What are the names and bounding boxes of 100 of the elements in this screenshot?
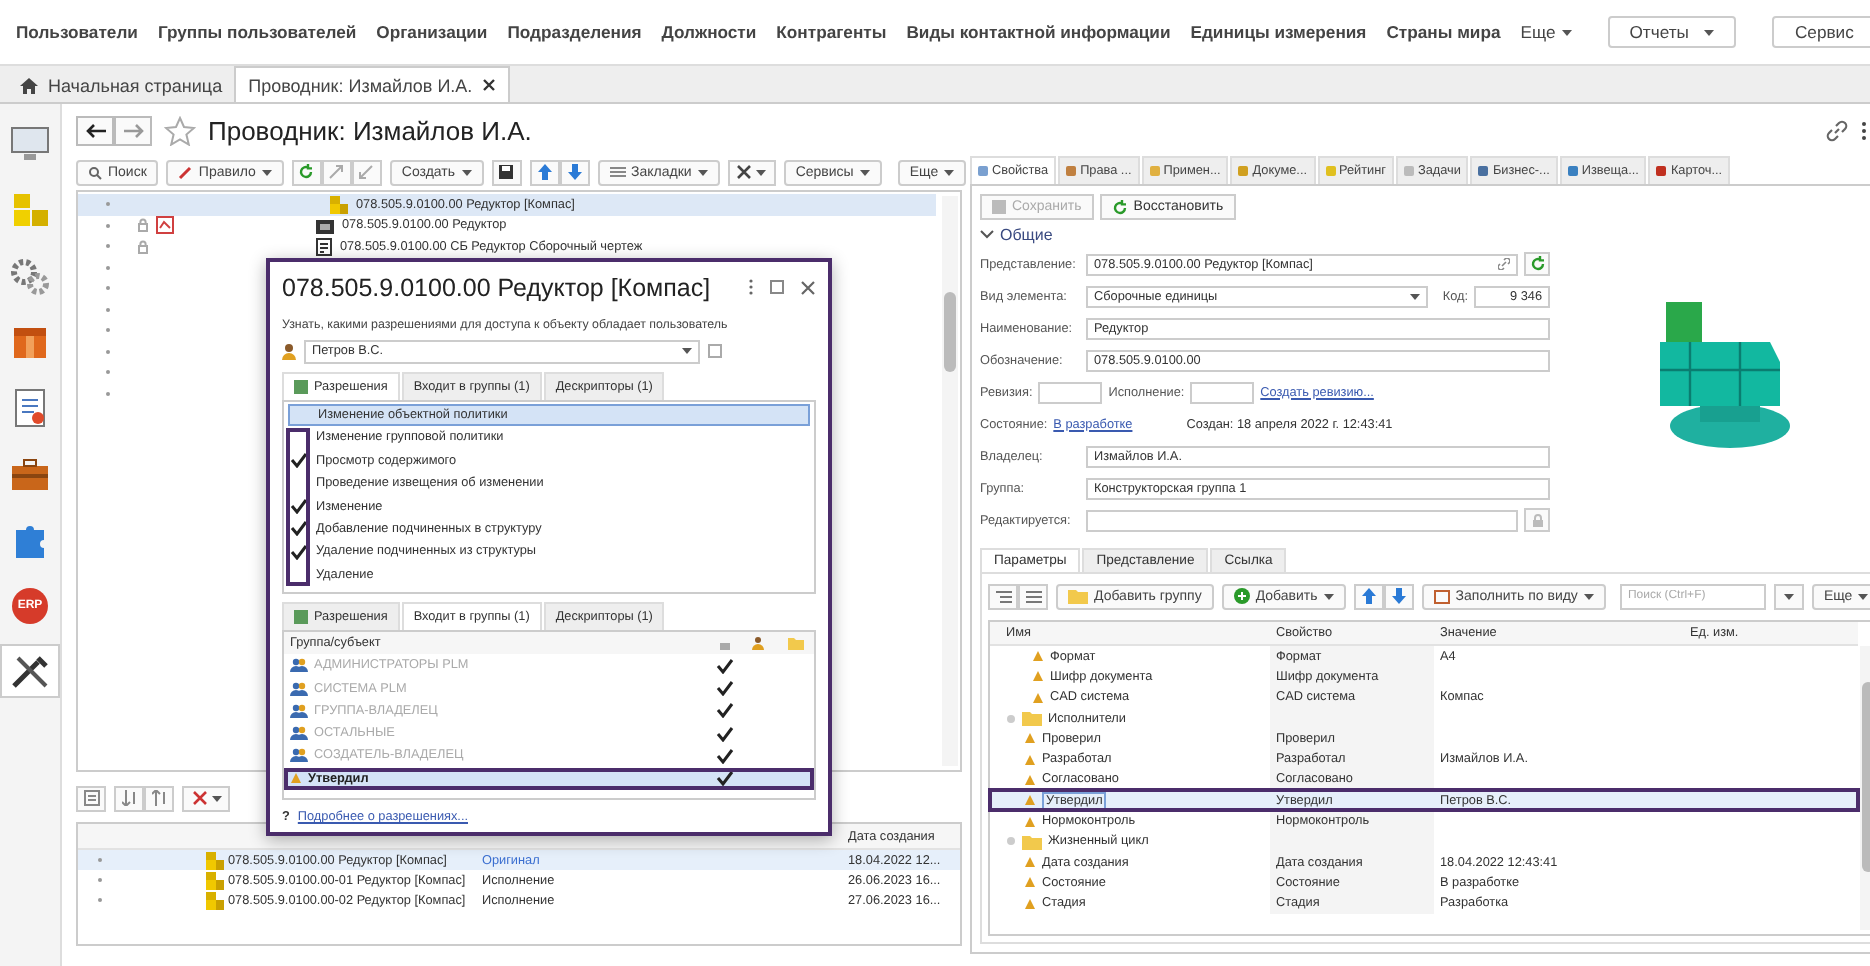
user-icon <box>282 343 296 360</box>
menu-link[interactable]: Должности <box>661 22 757 42</box>
caret-icon <box>211 795 221 801</box>
tab-icon <box>1238 166 1249 176</box>
tab-icon <box>978 166 988 176</box>
caret-icon <box>859 169 870 175</box>
more-actions-icon[interactable] <box>748 278 754 297</box>
tools-icon <box>8 651 52 691</box>
caret-icon <box>261 169 272 175</box>
blocks-icon <box>8 189 52 229</box>
group-icon <box>290 726 308 741</box>
search-icon <box>88 165 102 179</box>
row-marker-icon <box>106 391 110 396</box>
row-marker-icon <box>106 370 110 375</box>
group-icon <box>290 748 308 763</box>
menu-link[interactable]: Единицы измерения <box>1190 22 1367 42</box>
back-button[interactable] <box>76 115 114 145</box>
menu-link[interactable]: Контрагенты <box>776 22 887 42</box>
collapse-button[interactable] <box>351 159 382 185</box>
folder-icon <box>1068 588 1088 604</box>
open-icon[interactable] <box>708 344 722 359</box>
save-button[interactable] <box>491 159 522 185</box>
caret-icon <box>461 169 472 175</box>
search-dropdown-button[interactable] <box>1773 583 1804 609</box>
panel-toggle-button[interactable] <box>76 785 106 811</box>
caret-icon <box>756 169 767 175</box>
section-button[interactable] <box>0 644 60 698</box>
row-marker-icon <box>106 328 110 333</box>
menu-link[interactable]: Пользователи <box>16 22 138 42</box>
pdf-icon <box>156 216 174 235</box>
move-down-button[interactable] <box>1383 583 1414 609</box>
tab-icon <box>1656 166 1667 176</box>
lock-icon <box>1531 513 1543 527</box>
monitor-icon <box>8 123 52 163</box>
row-marker-icon <box>106 349 110 354</box>
permissions-icon <box>294 379 308 394</box>
collapse-all-button[interactable] <box>1018 583 1048 609</box>
page-tab[interactable]: Начальная страница <box>8 68 235 102</box>
more-actions-icon[interactable] <box>1860 119 1869 141</box>
menu-link[interactable]: Страны мира <box>1386 22 1501 42</box>
sort-icon <box>121 790 137 806</box>
menu-link[interactable]: Организации <box>376 22 488 42</box>
assembly-icon <box>330 195 348 214</box>
group-icon <box>290 681 308 696</box>
row-marker-icon <box>106 307 110 312</box>
rule-icon <box>178 165 193 179</box>
list-icon <box>1025 589 1041 603</box>
bookmarks-icon <box>609 166 626 178</box>
briefcase-icon <box>8 453 52 493</box>
sort-ascending-button[interactable] <box>114 785 144 811</box>
refresh-icon <box>1111 199 1128 215</box>
collapse-icon <box>358 164 375 180</box>
close-icon[interactable] <box>482 78 497 92</box>
dialog-title: 078.505.9.0100.00 Редуктор [Компас] <box>282 273 711 302</box>
close-icon[interactable] <box>800 279 816 296</box>
page-tab[interactable]: Проводник: Измайлов И.А. <box>234 66 511 102</box>
assembly-icon <box>206 871 224 889</box>
tools-button[interactable] <box>727 159 776 185</box>
menu-button[interactable]: Отчеты <box>1607 16 1737 48</box>
move-up-button[interactable] <box>1353 583 1384 609</box>
sort-descending-button[interactable] <box>144 785 174 811</box>
scrollbar[interactable] <box>942 196 958 766</box>
caret-icon <box>944 169 955 175</box>
caret-icon <box>697 169 708 175</box>
row-marker-icon <box>98 858 102 862</box>
caret-icon <box>1858 593 1869 599</box>
assembly-icon <box>206 851 224 869</box>
home-icon <box>20 77 38 93</box>
group-icon <box>290 703 308 718</box>
down-arrow-icon <box>1391 588 1406 604</box>
calendar-icon <box>1433 588 1450 604</box>
chevron-icon <box>980 230 994 240</box>
editing-field[interactable] <box>1086 509 1518 531</box>
revision-field[interactable] <box>1038 381 1103 403</box>
row-marker-icon <box>106 265 110 270</box>
menu-button[interactable]: Сервис <box>1772 16 1870 48</box>
refresh-button[interactable] <box>1524 252 1550 276</box>
page-title: Проводник: Измайлов И.А. <box>208 115 532 145</box>
menu-link[interactable]: Виды контактной информации <box>906 22 1171 42</box>
refresh-icon <box>298 164 315 180</box>
move-up-button[interactable] <box>529 159 560 185</box>
execution-field[interactable] <box>1190 381 1255 403</box>
permissions-icon <box>294 609 308 624</box>
section-header[interactable]: Общие <box>980 226 1550 244</box>
move-down-button[interactable] <box>559 159 590 185</box>
link-icon[interactable] <box>1826 119 1849 141</box>
open-icon[interactable] <box>1498 258 1510 270</box>
up-arrow-icon <box>537 164 552 180</box>
refresh-button[interactable] <box>291 159 322 185</box>
more-menu[interactable]: Еще <box>1520 22 1572 42</box>
tab-icon <box>1325 166 1336 176</box>
menu-link[interactable]: Подразделения <box>507 22 642 42</box>
save-icon <box>498 164 515 180</box>
up-arrow-icon <box>1361 588 1376 604</box>
maximize-icon[interactable] <box>770 280 784 295</box>
tools-button[interactable] <box>182 785 230 811</box>
star-icon[interactable] <box>164 115 196 145</box>
menu-link[interactable]: Группы пользователей <box>157 22 357 42</box>
expand-all-button[interactable] <box>988 583 1018 609</box>
expand-button[interactable] <box>321 159 352 185</box>
